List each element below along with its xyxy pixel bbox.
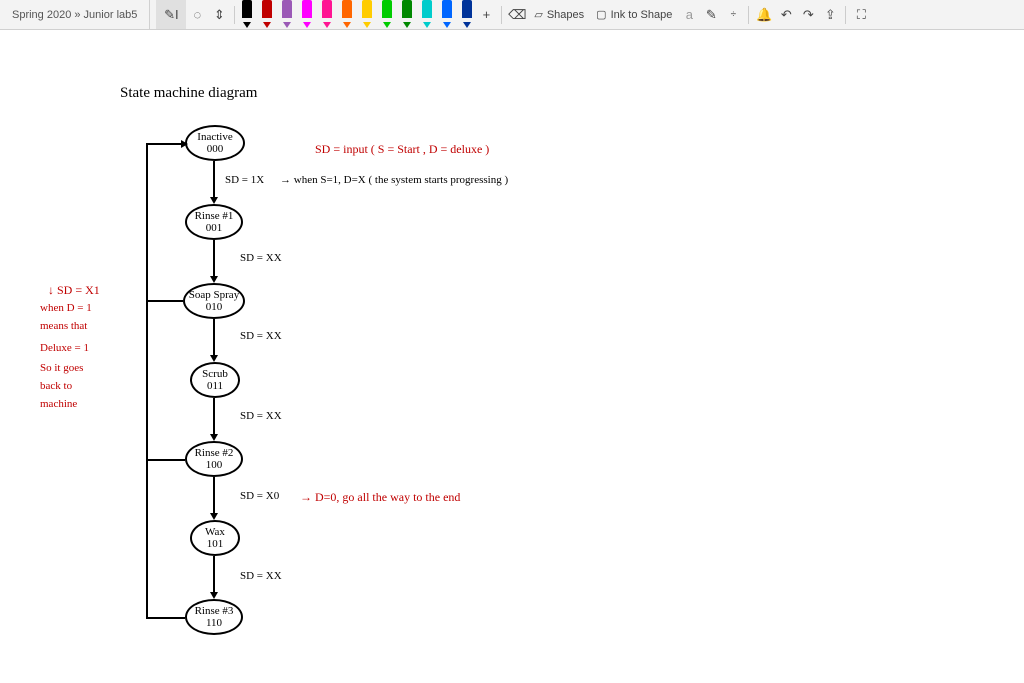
side-note: when D = 1 [40,302,92,314]
arrow-line [213,556,215,594]
return-line [146,143,148,619]
arrow-line [213,240,215,278]
state-name: Rinse #2 [195,447,234,459]
arrow-head-icon [181,140,188,148]
document-tab[interactable]: Spring 2020 » Junior lab5 [0,0,150,29]
state-name: Scrub [202,368,228,380]
separator [748,6,749,24]
state-code: 001 [206,222,223,234]
ink-to-shape-label: Ink to Shape [611,9,673,21]
pen-10[interactable] [439,0,455,24]
state-inactive: Inactive 000 [185,125,245,161]
side-note: Deluxe = 1 [40,342,89,354]
diagram-title: State machine diagram [120,85,257,102]
pen-8[interactable] [399,0,415,24]
arrow-line [213,477,215,515]
pen-9[interactable] [419,0,435,24]
state-soap: Soap Spray 010 [183,283,245,319]
state-code: 011 [207,380,223,392]
eraser-icon[interactable]: ⌫ [506,4,528,26]
arrow-line [213,398,215,436]
ink-to-shape-button[interactable]: ▢ Ink to Shape [590,4,678,26]
transition-note: → when S=1, D=X ( the system starts prog… [280,174,508,186]
transition-label: SD = XX [240,252,282,264]
state-name: Soap Spray [189,289,239,301]
arrow-head-icon [210,355,218,362]
shapes-label: Shapes [547,9,584,21]
state-name: Inactive [197,131,232,143]
pen-1[interactable] [259,0,275,24]
state-name: Rinse #1 [195,210,234,222]
add-pen-button[interactable]: + [475,4,497,26]
transition-label: SD = 1X [225,174,264,186]
fullscreen-icon[interactable]: ⛶ [850,4,872,26]
transition-label: SD = XX [240,330,282,342]
transition-label: SD = XX [240,570,282,582]
arrow-head-icon [210,513,218,520]
return-line [146,143,185,145]
pen-11[interactable] [459,0,475,24]
state-rinse2: Rinse #2 100 [185,441,243,477]
return-line [148,300,183,302]
separator [845,6,846,24]
separator [501,6,502,24]
note-canvas[interactable]: State machine diagram Inactive 000 SD = … [0,30,1024,683]
ink-to-shape-icon: ▢ [596,8,606,21]
arrow-head-icon [210,434,218,441]
state-code: 100 [206,459,223,471]
math-icon[interactable]: ÷ [722,4,744,26]
side-note: ↓ SD = X1 [48,283,100,298]
state-rinse1: Rinse #1 001 [185,204,243,240]
alert-icon[interactable]: 🔔 [753,4,775,26]
input-legend: SD = input ( S = Start , D = deluxe ) [315,142,489,157]
state-code: 010 [206,301,223,313]
side-note: means that [40,320,87,332]
state-scrub: Scrub 011 [190,362,240,398]
side-note: machine [40,398,77,410]
pen-0[interactable] [239,0,255,24]
arrow-head-icon [210,197,218,204]
undo-icon[interactable]: ↶ [775,4,797,26]
pen-4[interactable] [319,0,335,24]
lasso-group: ✎I [156,0,186,29]
separator [234,6,235,24]
pen-2[interactable] [279,0,295,24]
transition-label: SD = XX [240,410,282,422]
return-line [148,617,185,619]
shapes-icon: ▱ [534,8,542,21]
text-tool-icon[interactable]: ✎I [160,4,182,26]
arrow-line [213,161,215,199]
arrow-head-icon [210,592,218,599]
state-code: 110 [206,617,222,629]
ink-to-text-icon[interactable]: a [678,4,700,26]
side-note: back to [40,380,72,392]
draw-icon[interactable]: ✎ [700,4,722,26]
state-name: Rinse #3 [195,605,234,617]
top-ribbon: Spring 2020 » Junior lab5 ✎I ◌ ⇕ + ⌫ ▱ S… [0,0,1024,30]
state-rinse3: Rinse #3 110 [185,599,243,635]
lasso-icon[interactable]: ◌ [186,4,208,26]
pen-5[interactable] [339,0,355,24]
redo-icon[interactable]: ↷ [797,4,819,26]
state-name: Wax [205,526,225,538]
pen-row [239,0,475,29]
state-code: 000 [207,143,224,155]
shapes-button[interactable]: ▱ Shapes [528,4,590,26]
arrow-line [213,319,215,357]
state-code: 101 [207,538,224,550]
pen-6[interactable] [359,0,375,24]
pen-7[interactable] [379,0,395,24]
pen-3[interactable] [299,0,315,24]
share-icon[interactable]: ⇪ [819,4,841,26]
state-wax: Wax 101 [190,520,240,556]
hand-tool-icon[interactable]: ⇕ [208,4,230,26]
side-note: So it goes [40,362,83,374]
transition-note: → D=0, go all the way to the end [300,490,460,505]
arrow-head-icon [210,276,218,283]
transition-label: SD = X0 [240,490,279,502]
return-line [148,459,185,461]
